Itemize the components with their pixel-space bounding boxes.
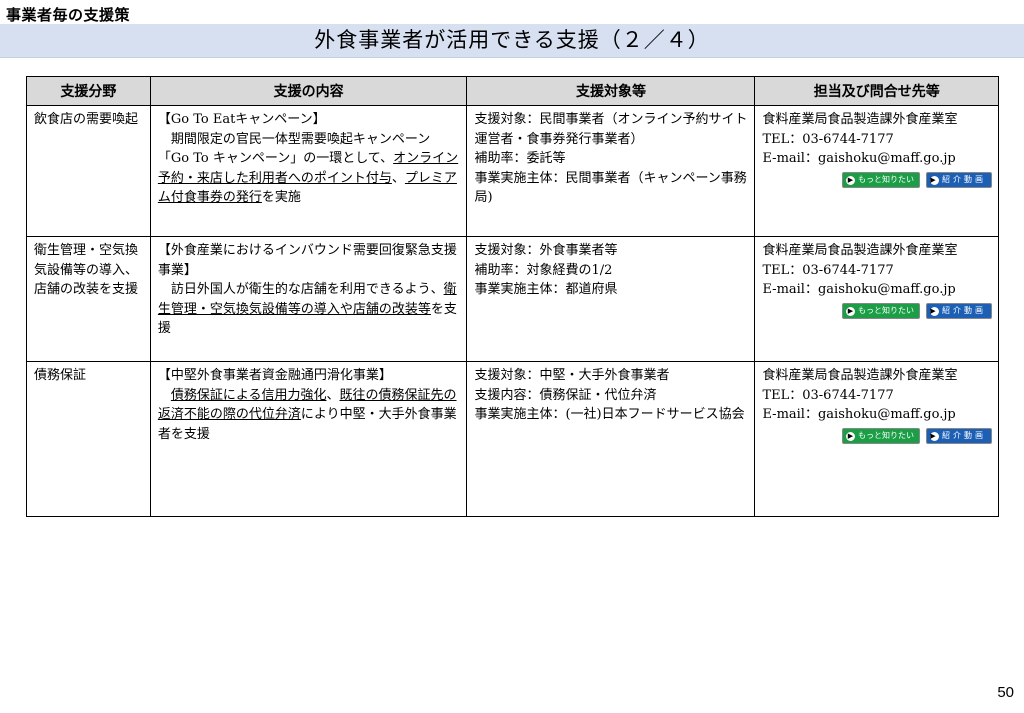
link-buttons: ▶ もっと知りたい ▶ 紹介動画 bbox=[762, 302, 992, 322]
content-cell: 【Go To Eatキャンペーン】 期間限定の官民一体型需要喚起キャンペーン「G… bbox=[149, 105, 468, 237]
target-line: 補助率：対象経費の1/2 bbox=[474, 262, 613, 278]
content-text: を実施 bbox=[261, 190, 301, 205]
arrow-right-icon: ▶ bbox=[930, 307, 939, 316]
contact-tel: TEL：03-6744-7177 bbox=[762, 131, 894, 147]
more-info-button[interactable]: ▶ もっと知りたい bbox=[842, 428, 920, 444]
header-contact: 担当及び問合せ先等 bbox=[754, 76, 999, 106]
header-target: 支援対象等 bbox=[466, 76, 756, 106]
content-heading: 【中堅外食事業者資金融通円滑化事業】 bbox=[157, 368, 392, 383]
target-line: 支援対象：中堅・大手外食事業者 bbox=[474, 368, 670, 383]
target-line: 補助率：委託等 bbox=[474, 151, 566, 166]
target-cell: 支援対象：中堅・大手外食事業者 支援内容：債務保証・代位弁済 事業実施主体：(一… bbox=[466, 361, 756, 517]
table-row: 衛生管理・空気換気設備等の導入、店舗の改装を支援 【外食産業におけるインバウンド… bbox=[26, 236, 999, 362]
contact-email: E-mail：gaishoku@maff.go.jp bbox=[762, 407, 956, 422]
field-cell: 債務保証 bbox=[26, 361, 151, 517]
more-info-button[interactable]: ▶ もっと知りたい bbox=[842, 172, 920, 188]
arrow-right-icon: ▶ bbox=[930, 176, 939, 185]
arrow-right-icon: ▶ bbox=[846, 307, 855, 316]
contact-tel: TEL：03-6744-7177 bbox=[762, 262, 894, 278]
contact-email: E-mail：gaishoku@maff.go.jp bbox=[762, 282, 956, 297]
more-info-button[interactable]: ▶ もっと知りたい bbox=[842, 303, 920, 319]
title-bar: 外食事業者が活用できる支援（２／４） bbox=[0, 24, 1024, 58]
target-line: 支援内容：債務保証・代位弁済 bbox=[474, 387, 657, 403]
contact-cell: 食料産業局食品製造課外食産業室 TEL：03-6744-7177 E-mail：… bbox=[754, 361, 999, 517]
intro-video-button[interactable]: ▶ 紹介動画 bbox=[926, 303, 992, 319]
intro-video-button[interactable]: ▶ 紹介動画 bbox=[926, 172, 992, 188]
header-field: 支援分野 bbox=[26, 76, 151, 106]
content-body: 期間限定の官民一体型需要喚起キャンペーン「Go To キャンペーン」の一環として… bbox=[158, 130, 461, 208]
target-line: 事業実施主体：(一社)日本フードサービス協会 bbox=[474, 407, 745, 422]
table-row: 飲食店の需要喚起 【Go To Eatキャンペーン】 期間限定の官民一体型需要喚… bbox=[26, 105, 999, 237]
content-text: 、 bbox=[326, 387, 340, 403]
arrow-right-icon: ▶ bbox=[846, 432, 855, 441]
contact-tel: TEL：03-6744-7177 bbox=[762, 387, 894, 403]
arrow-right-icon: ▶ bbox=[846, 176, 855, 185]
contact-cell: 食料産業局食品製造課外食産業室 TEL：03-6744-7177 E-mail：… bbox=[754, 236, 999, 362]
arrow-right-icon: ▶ bbox=[930, 432, 939, 441]
field-cell: 衛生管理・空気換気設備等の導入、店舗の改装を支援 bbox=[26, 236, 151, 362]
table-header-row: 支援分野 支援の内容 支援対象等 担当及び問合せ先等 bbox=[26, 76, 999, 106]
table-row: 債務保証 【中堅外食事業者資金融通円滑化事業】 債務保証による信用力強化、既往の… bbox=[26, 361, 999, 517]
contact-office: 食料産業局食品製造課外食産業室 bbox=[762, 368, 958, 383]
target-line: 事業実施主体：民間事業者（キャンペーン事務局) bbox=[474, 170, 747, 206]
content-cell: 【外食産業におけるインバウンド需要回復緊急支援事業】 訪日外国人が衛生的な店舗を… bbox=[149, 236, 468, 362]
content-text: 訪日外国人が衛生的な店舗を利用できるよう、 bbox=[170, 282, 444, 297]
page-number: 50 bbox=[997, 684, 1014, 701]
target-cell: 支援対象：外食事業者等 補助率：対象経費の1/2 事業実施主体：都道府県 bbox=[466, 236, 756, 362]
support-table: 支援分野 支援の内容 支援対象等 担当及び問合せ先等 飲食店の需要喚起 【Go … bbox=[26, 76, 999, 517]
content-underlined-text: 債務保証による信用力強化 bbox=[170, 387, 327, 403]
link-buttons: ▶ もっと知りたい ▶ 紹介動画 bbox=[762, 171, 992, 191]
intro-video-button[interactable]: ▶ 紹介動画 bbox=[926, 428, 992, 444]
content-heading: 【Go To Eatキャンペーン】 bbox=[157, 112, 326, 127]
link-buttons: ▶ もっと知りたい ▶ 紹介動画 bbox=[762, 427, 992, 447]
content-body: 訪日外国人が衛生的な店舗を利用できるよう、衛生管理・空気換気設備等の導入や店舗の… bbox=[158, 280, 461, 339]
content-heading: 【外食産業におけるインバウンド需要回復緊急支援事業】 bbox=[157, 243, 457, 278]
contact-office: 食料産業局食品製造課外食産業室 bbox=[762, 112, 958, 127]
target-line: 支援対象：民間事業者（オンライン予約サイト運営者・食事券発行事業者） bbox=[474, 112, 748, 147]
content-text: 、 bbox=[391, 170, 405, 186]
content-text: 期間限定の官民一体型需要喚起キャンペーン「Go To キャンペーン」の一環として… bbox=[157, 131, 431, 167]
contact-office: 食料産業局食品製造課外食産業室 bbox=[762, 243, 958, 258]
field-cell: 飲食店の需要喚起 bbox=[26, 105, 151, 237]
page-title: 外食事業者が活用できる支援（２／４） bbox=[314, 28, 710, 52]
section-label: 事業者毎の支援策 bbox=[6, 6, 131, 24]
contact-email: E-mail：gaishoku@maff.go.jp bbox=[762, 151, 956, 166]
contact-cell: 食料産業局食品製造課外食産業室 TEL：03-6744-7177 E-mail：… bbox=[754, 105, 999, 237]
target-cell: 支援対象：民間事業者（オンライン予約サイト運営者・食事券発行事業者） 補助率：委… bbox=[466, 105, 756, 237]
target-line: 事業実施主体：都道府県 bbox=[474, 282, 618, 297]
content-cell: 【中堅外食事業者資金融通円滑化事業】 債務保証による信用力強化、既往の債務保証先… bbox=[149, 361, 468, 517]
target-line: 支援対象：外食事業者等 bbox=[474, 243, 618, 258]
content-body: 債務保証による信用力強化、既往の債務保証先の返済不能の際の代位弁済により中堅・大… bbox=[158, 386, 461, 445]
header-content: 支援の内容 bbox=[149, 76, 468, 106]
